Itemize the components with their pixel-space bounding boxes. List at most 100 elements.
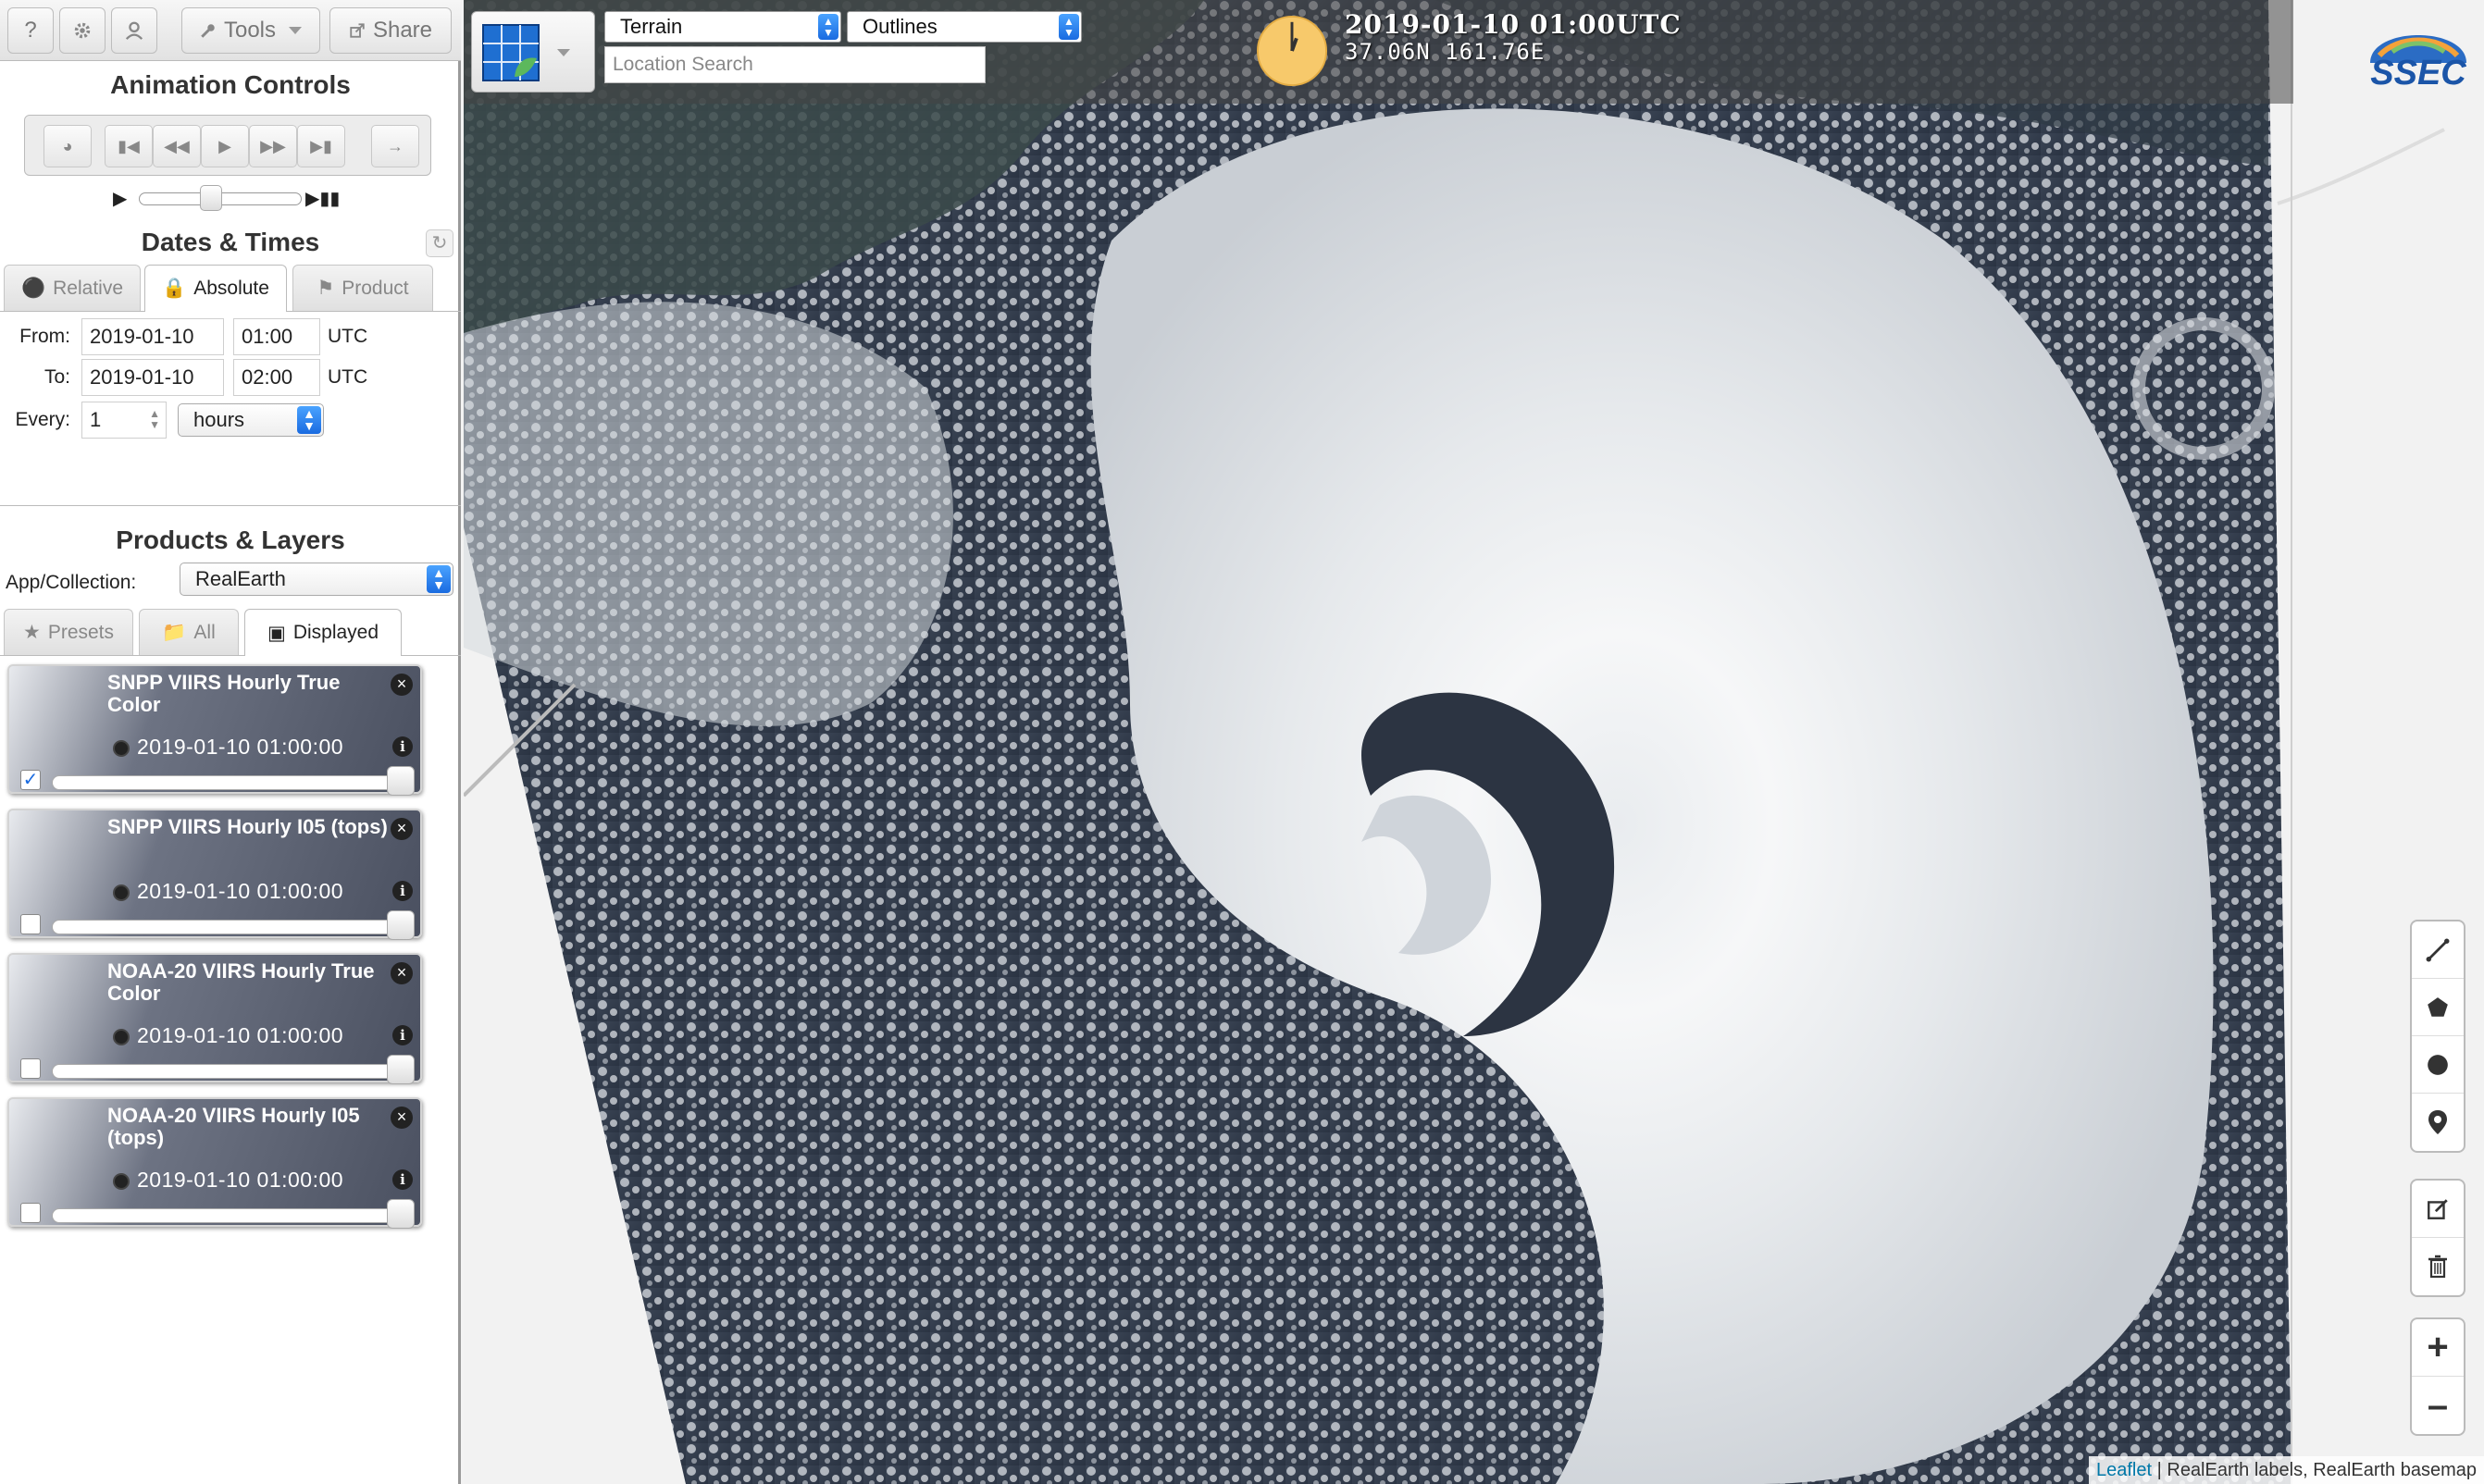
loop-button[interactable]: → — [371, 125, 419, 167]
tools-button[interactable]: Tools — [181, 7, 320, 54]
trash-icon — [2428, 1255, 2447, 1279]
from-date-input[interactable] — [81, 318, 224, 355]
tab-relative[interactable]: ⚫ Relative — [4, 265, 141, 311]
info-icon[interactable]: i — [392, 736, 413, 757]
close-icon[interactable]: × — [391, 962, 413, 984]
settings-button[interactable] — [59, 7, 106, 54]
chevron-down-icon — [289, 27, 303, 34]
clock-button[interactable]: ◕ — [43, 125, 92, 167]
tab-displayed[interactable]: ▣ Displayed — [244, 609, 402, 656]
opacity-slider-track[interactable] — [52, 920, 400, 934]
opacity-slider-track[interactable] — [52, 775, 400, 790]
basemap-switcher-button[interactable] — [471, 11, 595, 93]
grid-map-icon — [482, 24, 540, 81]
close-icon[interactable]: × — [391, 674, 413, 696]
layer-visibility-checkbox[interactable] — [20, 1203, 41, 1223]
overlay-select[interactable]: Outlines ▲ ▼ — [847, 11, 1082, 43]
layer-card[interactable]: NOAA-20 VIIRS Hourly True Color × 2019-0… — [7, 953, 422, 1084]
layer-card[interactable]: SNPP VIIRS Hourly I05 (tops) × 2019-01-1… — [7, 809, 422, 940]
draw-marker-button[interactable] — [2412, 1094, 2464, 1151]
layer-time: 2019-01-10 01:00:00 — [137, 735, 344, 759]
map-attribution: Leaflet | RealEarth labels, RealEarth ba… — [2089, 1456, 2484, 1484]
info-icon[interactable]: i — [392, 1025, 413, 1045]
opacity-slider-handle[interactable] — [387, 1055, 415, 1084]
edit-layers-button[interactable] — [2412, 1181, 2464, 1238]
from-time-input[interactable] — [233, 318, 320, 355]
minus-icon: – — [2427, 1384, 2449, 1426]
location-search-input[interactable] — [604, 46, 986, 83]
layer-card[interactable]: SNPP VIIRS Hourly True Color × 2019-01-1… — [7, 664, 422, 796]
circle-icon — [2428, 1054, 2448, 1075]
to-time-input[interactable] — [233, 359, 320, 396]
image-icon: ▣ — [267, 622, 286, 644]
close-icon[interactable]: × — [391, 818, 413, 840]
layer-title: SNPP VIIRS Hourly I05 (tops) — [107, 815, 388, 838]
opacity-slider-track[interactable] — [52, 1208, 400, 1223]
line-icon — [2426, 938, 2450, 961]
help-button[interactable]: ? — [7, 7, 54, 54]
layer-visibility-checkbox[interactable]: ✓ — [20, 770, 41, 790]
layer-title: NOAA-20 VIIRS Hourly I05 (tops) — [107, 1104, 360, 1149]
user-icon — [125, 21, 143, 40]
select-arrows-icon: ▲ ▼ — [297, 406, 321, 434]
layer-time: 2019-01-10 01:00:00 — [137, 1023, 344, 1047]
opacity-slider-track[interactable] — [52, 1064, 400, 1079]
zoom-in-button[interactable]: + — [2412, 1319, 2464, 1377]
every-stepper[interactable]: 1 ▲ ▼ — [81, 402, 167, 439]
opacity-slider-handle[interactable] — [387, 910, 415, 940]
layer-visibility-checkbox[interactable] — [20, 914, 41, 934]
last-frame-button[interactable]: ▶▮ — [297, 125, 345, 167]
every-unit-select[interactable]: hours ▲ ▼ — [178, 403, 324, 437]
arrow-right-icon: → — [387, 136, 404, 155]
tab-all[interactable]: 📁 All — [139, 609, 239, 655]
close-icon[interactable]: × — [391, 1107, 413, 1129]
basemap-select[interactable]: Terrain ▲ ▼ — [604, 11, 841, 43]
draw-toolbar — [2410, 920, 2465, 1153]
draw-circle-button[interactable] — [2412, 1036, 2464, 1094]
tab-product[interactable]: ⚑ Product — [292, 265, 433, 311]
play-icon: ▶ — [218, 136, 231, 155]
plus-icon: + — [2427, 1327, 2449, 1367]
tab-absolute[interactable]: 🔒 Absolute — [144, 265, 287, 312]
collection-label: App/Collection: — [6, 572, 137, 593]
clock-icon — [113, 740, 130, 757]
layer-card[interactable]: NOAA-20 VIIRS Hourly I05 (tops) × 2019-0… — [7, 1097, 422, 1229]
select-arrows-icon: ▲ ▼ — [1059, 14, 1079, 40]
first-frame-button[interactable]: ▮◀ — [105, 125, 153, 167]
reset-dates-button[interactable]: ↻ — [426, 229, 453, 257]
play-button[interactable]: ▶ — [201, 125, 249, 167]
wrench-icon — [201, 24, 215, 38]
leaflet-link[interactable]: Leaflet — [2096, 1460, 2152, 1480]
layer-visibility-checkbox[interactable] — [20, 1058, 41, 1079]
refresh-icon: ↻ — [431, 233, 448, 254]
zoom-control: + – — [2410, 1317, 2465, 1436]
draw-line-button[interactable] — [2412, 921, 2464, 979]
map-viewport[interactable]: Terrain▲▼ Outlines▲▼ 2019-01-10 01:00UTC… — [464, 0, 2484, 1484]
opacity-slider-handle[interactable] — [387, 766, 415, 796]
lock-icon: 🔒 — [162, 278, 187, 299]
ssec-logo[interactable]: SSEC — [2361, 9, 2476, 98]
speed-slider-handle[interactable] — [200, 185, 222, 211]
user-button[interactable] — [111, 7, 157, 54]
collection-select[interactable]: RealEarth ▲ ▼ — [180, 563, 453, 596]
delete-layers-button[interactable] — [2412, 1238, 2464, 1295]
dates-times-title: Dates & Times — [141, 228, 320, 256]
layer-title: NOAA-20 VIIRS Hourly True Color — [107, 959, 375, 1005]
tab-presets[interactable]: ★ Presets — [4, 609, 133, 655]
map-pin-icon — [2428, 1110, 2447, 1134]
step-back-button[interactable]: ◀◀ — [153, 125, 201, 167]
draw-polygon-button[interactable] — [2412, 979, 2464, 1036]
info-icon[interactable]: i — [392, 1169, 413, 1190]
animation-controls: ◕ ▮◀ ◀◀ ▶ ▶▶ ▶▮ → — [24, 115, 431, 176]
clock-icon — [113, 884, 130, 901]
logo-text: SSEC — [2370, 54, 2466, 93]
info-icon[interactable]: i — [392, 881, 413, 901]
to-tz-label: UTC — [328, 366, 368, 388]
zoom-out-button[interactable]: – — [2412, 1377, 2464, 1434]
share-button[interactable]: Share — [329, 7, 452, 54]
step-forward-button[interactable]: ▶▶ — [249, 125, 297, 167]
opacity-slider-handle[interactable] — [387, 1199, 415, 1229]
to-date-input[interactable] — [81, 359, 224, 396]
fast-forward-icon: ▶▶ — [260, 136, 286, 155]
satellite-imagery — [464, 0, 2484, 1484]
